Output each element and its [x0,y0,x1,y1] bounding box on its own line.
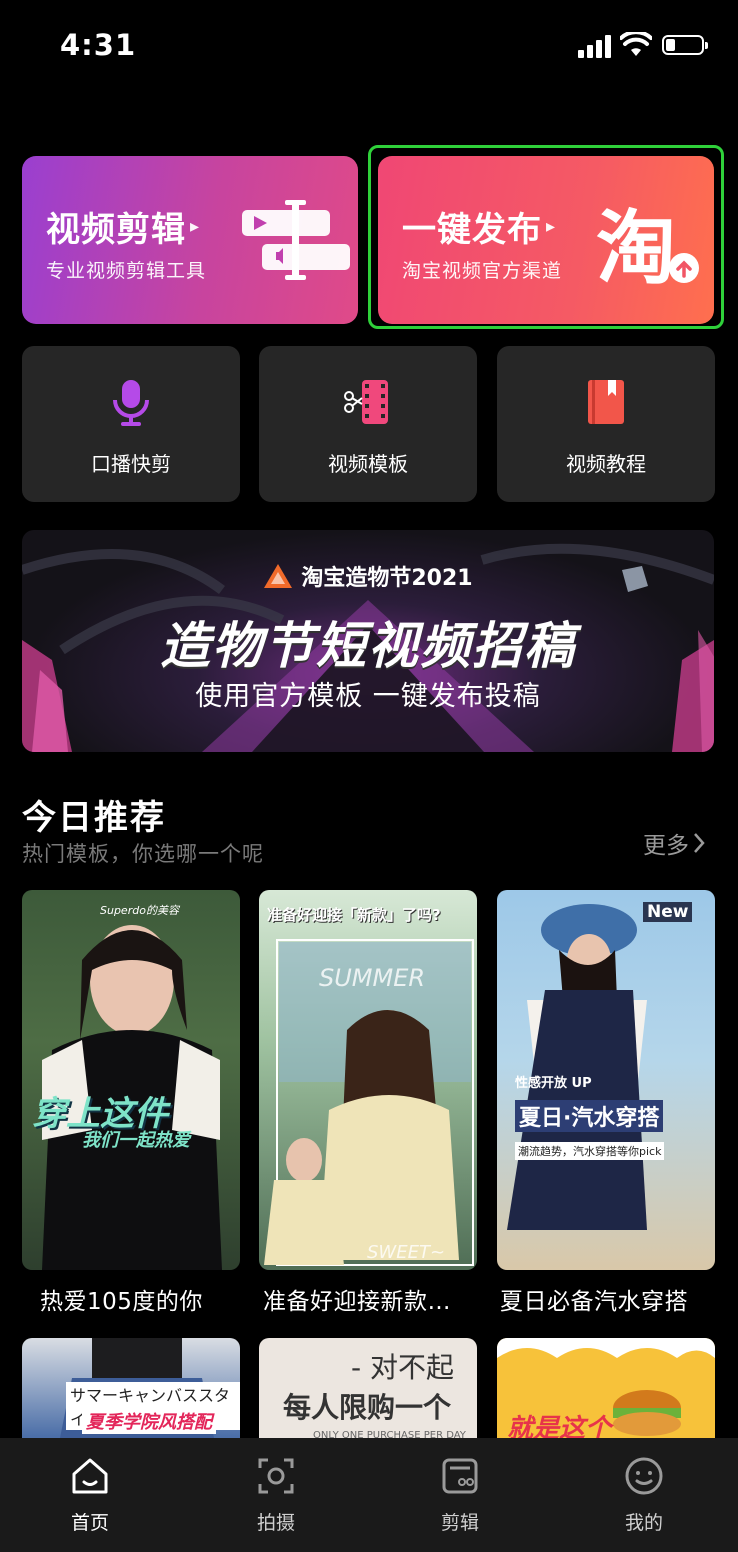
tile-overlay-text: 夏季学院风搭配 [82,1408,216,1434]
tile-overlay-top: 准备好迎接「新款」了吗? [267,906,441,924]
video-edit-card[interactable]: 视频剪辑 ▸ 专业视频剪辑工具 [22,156,358,324]
battery-icon [662,35,708,55]
highlight-frame [368,145,724,329]
video-edit-subtitle: 专业视频剪辑工具 [46,260,207,282]
banner-brand-text: 淘宝造物节2021 [301,566,473,591]
tile-overlay-top: Superdo的美容 [100,904,179,917]
tile-overlay-sub: SWEET~ [367,1242,446,1263]
nav-label: 拍摄 [256,1512,295,1534]
tile-overlay-text: - 对不起 [351,1351,455,1384]
signal-icon [578,34,614,58]
template-caption: 准备好迎接新款… [263,1289,451,1315]
tile-overlay-main: 夏日·汽水穿搭 [515,1100,664,1132]
nav-edit[interactable]: 剪辑 [400,1454,520,1535]
tool-card-video-tutorial[interactable]: 视频教程 [497,346,715,502]
more-link[interactable]: 更多 [643,826,706,860]
tile-overlay-sub: 我们一起热爱 [82,1130,190,1151]
template-card[interactable]: 准备好迎接「新款」了吗? SUMMER SWEET~ [259,890,477,1270]
tool-label: 视频教程 [566,452,646,476]
tile-overlay-main: SUMMER [319,964,426,992]
nav-profile[interactable]: 我的 [584,1454,704,1535]
home-icon [72,1458,108,1494]
promo-banner[interactable]: 淘宝造物节2021 造物节短视频招稿 使用官方模板 一键发布投稿 [22,530,714,752]
template-card[interactable]: New 性感开放 UP 夏日·汽水穿搭 潮流趋势，汽水穿搭等你pick [497,890,715,1270]
video-edit-title-text: 视频剪辑 [46,210,186,250]
bottom-nav: 首页 拍摄 剪辑 我的 [0,1438,738,1552]
nav-home[interactable]: 首页 [30,1454,150,1535]
edit-icon [442,1458,478,1494]
video-edit-title: 视频剪辑 ▸ [46,202,200,251]
banner-subtitle: 使用官方模板 一键发布投稿 [195,681,541,712]
triangle-logo-icon [264,564,293,588]
tile-new-badge: New [643,902,693,922]
banner-title: 造物节短视频招稿 [160,617,576,675]
template-card[interactable]: Superdo的美容 穿上这件 我们一起热爱 [22,890,240,1270]
section-title: 今日推荐 [22,798,166,838]
tile-overlay-text: 每人限购一个 [283,1391,452,1424]
tile-overlay-small: 性感开放 UP [515,1076,592,1091]
status-time: 4:31 [60,28,137,62]
tool-label: 视频模板 [328,452,408,476]
tool-label: 口播快剪 [91,452,171,476]
template-caption: 夏日必备汽水穿搭 [500,1289,688,1315]
nav-shoot[interactable]: 拍摄 [216,1454,336,1535]
book-icon [588,380,624,424]
chevron-right-icon: ▸ [190,216,201,237]
nav-label: 剪辑 [440,1512,479,1534]
template-caption: 热爱105度的你 [40,1289,203,1315]
nav-label: 我的 [624,1512,663,1534]
timeline-icon [242,200,350,280]
tool-card-video-template[interactable]: 视频模板 [259,346,477,502]
wifi-icon [620,32,652,56]
camera-icon [258,1458,294,1494]
nav-label: 首页 [70,1512,109,1534]
chevron-right-icon [694,833,705,853]
section-subtitle: 热门模板，你选哪一个呢 [22,842,264,866]
banner-brand: 淘宝造物节2021 [22,560,714,592]
film-scissors-icon [344,380,388,424]
template-thumbnail [42,925,222,1270]
template-thumbnail [264,939,474,1266]
tool-card-voice-edit[interactable]: 口播快剪 [22,346,240,502]
microphone-icon [113,380,149,426]
tile-overlay-sub: 潮流趋势，汽水穿搭等你pick [515,1142,665,1160]
more-label: 更多 [643,833,689,859]
profile-icon [625,1457,663,1495]
